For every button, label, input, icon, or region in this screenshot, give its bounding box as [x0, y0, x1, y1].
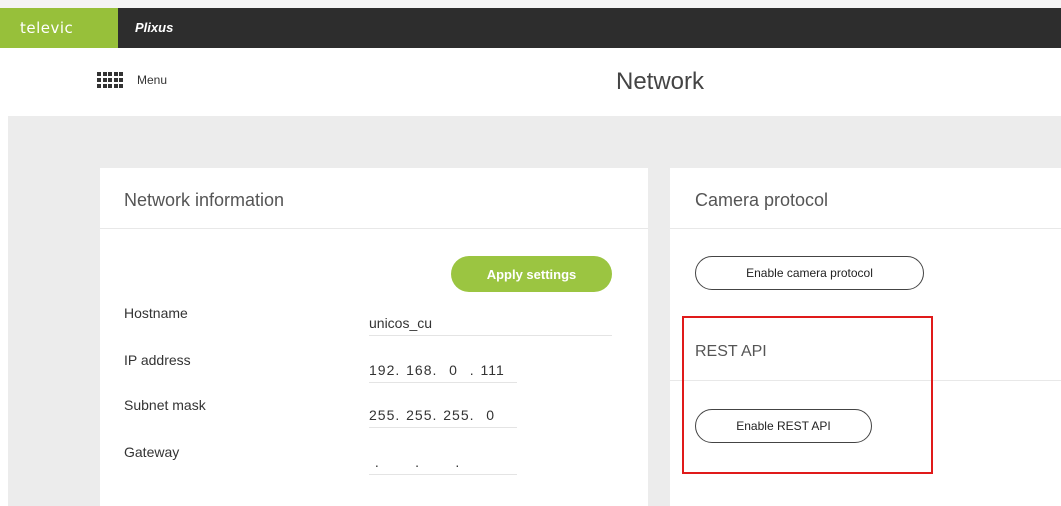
- subnet-mask-label: Subnet mask: [124, 397, 206, 413]
- card-divider: [670, 228, 1061, 229]
- enable-rest-api-button[interactable]: Enable REST API: [695, 409, 872, 443]
- page-title: Network: [615, 68, 705, 95]
- network-information-card: Network information Apply settings Hostn…: [100, 168, 648, 506]
- content-area: Network information Apply settings Hostn…: [8, 116, 1061, 506]
- camera-protocol-title: Camera protocol: [695, 190, 829, 210]
- hostname-label: Hostname: [124, 305, 188, 321]
- network-information-title: Network information: [124, 190, 285, 210]
- top-strip: [0, 0, 1061, 8]
- rest-api-title: REST API: [695, 343, 767, 360]
- apply-settings-button[interactable]: Apply settings: [451, 256, 612, 292]
- camera-protocol-card: Camera protocol Enable camera protocol R…: [670, 168, 1061, 506]
- gateway-label: Gateway: [124, 444, 180, 460]
- enable-camera-protocol-button[interactable]: Enable camera protocol: [695, 256, 924, 290]
- page-header: Menu Network: [0, 48, 1061, 116]
- section-divider: [670, 380, 1061, 381]
- product-name: Plixus: [135, 20, 174, 35]
- hostname-field[interactable]: unicos_cu: [369, 310, 612, 336]
- subnet-mask-field[interactable]: 255. 255. 255. 0: [369, 402, 517, 428]
- top-bar: televic Plixus: [0, 8, 1061, 48]
- card-divider: [100, 228, 648, 229]
- ip-address-label: IP address: [124, 352, 191, 368]
- televic-logo[interactable]: televic: [0, 8, 118, 48]
- gateway-field[interactable]: . . .: [369, 449, 517, 475]
- ip-address-field[interactable]: 192. 168. 0 . 111: [369, 357, 517, 383]
